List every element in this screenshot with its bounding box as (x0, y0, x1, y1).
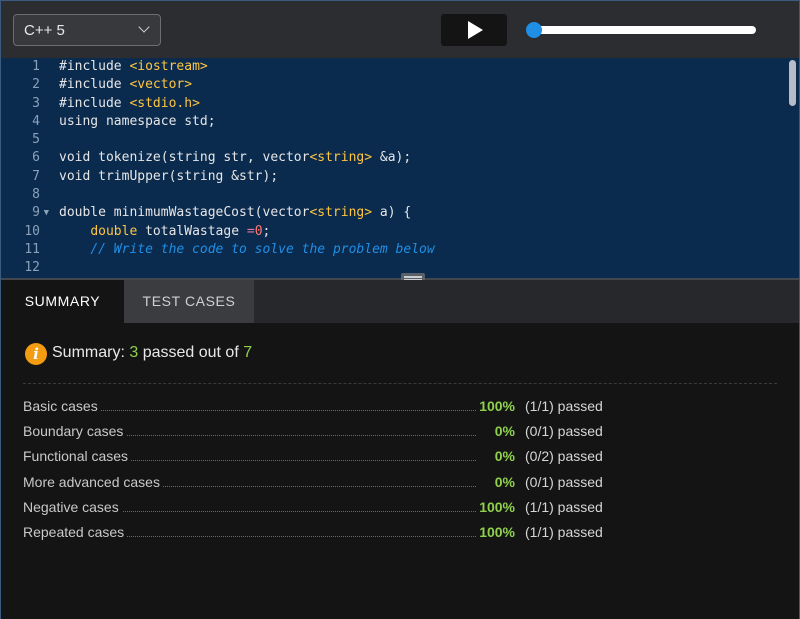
category-result: (1/1) passed (525, 523, 603, 540)
code-line: using namespace std; (59, 113, 216, 129)
code-token: &a); (372, 150, 412, 166)
code-token: <vector> (129, 77, 193, 93)
code-line: #include <vector> (59, 76, 785, 94)
code-token: <string> (309, 150, 373, 166)
code-editor[interactable]: 1 2 3 4 5 6 7 8 9 ▼ 10 11 12 #include <io… (1, 58, 799, 278)
run-button[interactable] (441, 14, 507, 46)
divider (23, 383, 777, 384)
category-label: Functional cases (23, 447, 132, 467)
line-number: 3 (32, 95, 40, 111)
code-area[interactable]: #include <iostream> #include <vector> #i… (59, 58, 785, 278)
category-result: (1/1) passed (525, 498, 603, 515)
category-percent: 100% (476, 497, 515, 517)
line-number-text: 9 (32, 205, 40, 221)
tab-summary[interactable]: SUMMARY (1, 280, 124, 323)
tab-test-cases[interactable]: TEST CASES (124, 280, 254, 323)
category-percent: 0% (491, 422, 515, 442)
play-icon (468, 21, 483, 39)
info-icon: i (25, 343, 47, 365)
list-item: More advanced cases 0% (0/1) passed (23, 472, 643, 498)
code-token: #include (59, 77, 130, 93)
font-size-slider[interactable] (526, 22, 756, 38)
summary-heading: Summary: 3 passed out of 7 (52, 344, 252, 362)
line-number: 8 (32, 187, 40, 203)
code-line: double totalWastage =0; (59, 223, 785, 241)
slider-thumb[interactable] (526, 22, 542, 38)
list-item: Basic cases 100% (1/1) passed (23, 397, 643, 422)
category-percent: 100% (476, 397, 515, 416)
code-token: ; (262, 223, 271, 239)
code-token: <string> (309, 205, 373, 221)
list-item: Negative cases 100% (1/1) passed (23, 497, 643, 523)
code-token: double minimumWastageCost(vector (59, 205, 310, 221)
line-number: 5 (32, 132, 40, 148)
summary-total-count: 7 (243, 344, 253, 361)
code-token: double (90, 223, 138, 239)
category-percent: 0% (491, 447, 515, 467)
category-result: (0/2) passed (525, 448, 603, 465)
line-number: 7 (32, 168, 40, 184)
slider-track (530, 26, 756, 34)
category-label: More advanced cases (23, 472, 163, 492)
language-select[interactable]: C++ 5 (13, 14, 161, 46)
code-line: #include <stdio.h> (59, 95, 785, 113)
line-number: 10 (24, 223, 40, 239)
code-token: = (246, 223, 255, 239)
summary-middle: passed out of (138, 344, 244, 361)
list-item: Repeated cases 100% (1/1) passed (23, 522, 643, 548)
language-select-value: C++ 5 (24, 22, 65, 39)
code-token: #include (59, 95, 130, 111)
summary-panel: i Summary: 3 passed out of 7 Basic cases… (1, 323, 799, 619)
code-token: #include (59, 59, 130, 74)
category-result: (0/1) passed (525, 473, 603, 490)
code-token: void tokenize(string str, vector (59, 150, 310, 166)
test-category-list: Basic cases 100% (1/1) passed Boundary c… (23, 397, 643, 548)
line-number-foldable: 9 ▼ (1, 204, 49, 222)
code-line: // Write the code to solve the problem b… (59, 241, 785, 259)
line-number-gutter: 1 2 3 4 5 6 7 8 9 ▼ 10 11 12 (1, 58, 49, 278)
line-number: 12 (24, 260, 40, 276)
line-number: 2 (32, 77, 40, 93)
code-line: void tokenize(string str, vector<string>… (59, 149, 785, 167)
category-result: (0/1) passed (525, 423, 603, 440)
summary-passed-count: 3 (129, 344, 139, 361)
code-token: a) { (372, 205, 412, 221)
category-result: (1/1) passed (525, 398, 603, 414)
code-line: void trimUpper(string &str); (59, 168, 279, 184)
code-runner-app: C++ 5 1 2 3 4 5 6 7 8 9 ▼ 10 11 12 #inclu… (0, 0, 800, 619)
list-item: Functional cases 0% (0/2) passed (23, 447, 643, 472)
toolbar: C++ 5 (1, 1, 799, 58)
code-token: totalWastage (137, 223, 247, 239)
category-label: Negative cases (23, 497, 122, 517)
category-label: Basic cases (23, 397, 101, 416)
line-number: 6 (32, 150, 40, 166)
category-label: Boundary cases (23, 422, 127, 442)
code-line: double minimumWastageCost(vector<string>… (59, 204, 785, 222)
fold-caret-icon[interactable]: ▼ (44, 204, 49, 222)
code-comment: // Write the code to solve the problem b… (90, 241, 435, 257)
category-label: Repeated cases (23, 522, 128, 542)
line-number: 4 (32, 113, 40, 129)
editor-scrollbar[interactable] (789, 60, 796, 106)
line-number: 11 (24, 241, 40, 257)
code-token: <iostream> (129, 59, 208, 74)
category-percent: 100% (476, 522, 515, 542)
chevron-down-icon (138, 21, 150, 33)
category-percent: 0% (491, 472, 515, 492)
summary-prefix: Summary: (52, 344, 130, 361)
list-item: Boundary cases 0% (0/1) passed (23, 422, 643, 447)
code-token: <stdio.h> (129, 95, 200, 111)
result-tabs: SUMMARY TEST CASES (1, 280, 799, 323)
code-line: #include <iostream> (59, 58, 785, 76)
code-token: 0 (254, 223, 263, 239)
line-number: 1 (32, 59, 40, 74)
